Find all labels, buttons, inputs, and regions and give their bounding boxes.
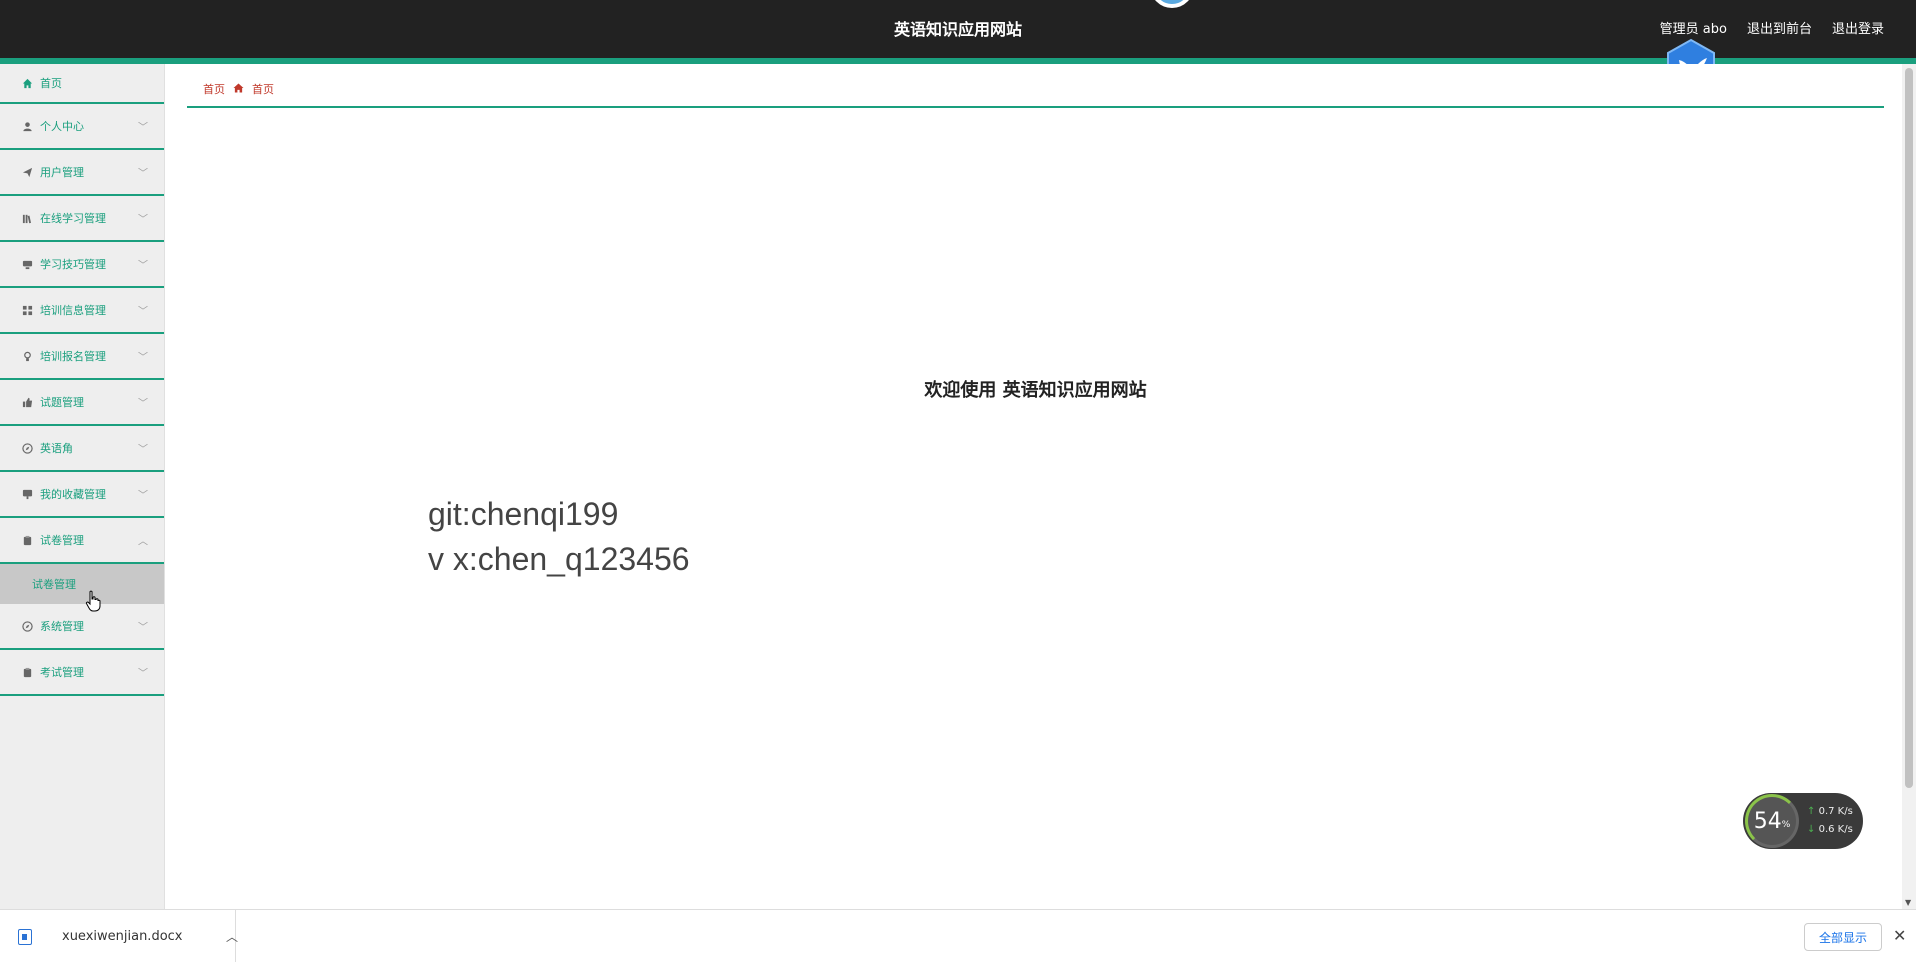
home-icon <box>20 76 34 90</box>
logout-link[interactable]: 退出登录 <box>1832 18 1884 37</box>
chevron-down-icon: ﹀ <box>138 444 148 456</box>
header-avatar-circle <box>1150 0 1194 8</box>
header-actions: 管理员 abo 退出到前台 退出登录 <box>1660 18 1884 37</box>
scrollbar-thumb[interactable] <box>1905 68 1913 788</box>
sidebar-item-training-info[interactable]: 培训信息管理 ﹀ <box>0 288 164 334</box>
sidebar-item-english-corner[interactable]: 英语角 ﹀ <box>0 426 164 472</box>
chevron-down-icon: ﹀ <box>138 306 148 318</box>
user-icon <box>20 119 34 133</box>
download-item[interactable]: xuexiwenjian.docx ︿ <box>18 910 238 962</box>
git-contact-text: git:chenqi199 <box>428 496 619 532</box>
exit-to-front-link[interactable]: 退出到前台 <box>1747 18 1812 37</box>
scroll-down-arrow-icon[interactable]: ▼ <box>1905 898 1911 907</box>
sidebar-item-system-management[interactable]: 系统管理 ﹀ <box>0 604 164 650</box>
library-icon <box>20 211 34 225</box>
chevron-up-icon: ︿ <box>138 536 148 548</box>
sidebar-item-label: 考试管理 <box>40 666 84 679</box>
upload-speed: 0.7 <box>1818 806 1835 817</box>
download-bar: xuexiwenjian.docx ︿ 全部显示 ✕ <box>0 909 1916 962</box>
sidebar-item-label: 试题管理 <box>40 396 84 409</box>
vertical-scrollbar[interactable]: ▼ <box>1902 64 1916 909</box>
compass-icon <box>20 441 34 455</box>
chevron-down-icon: ﹀ <box>138 398 148 410</box>
sidebar-item-label: 用户管理 <box>40 166 84 179</box>
site-title: 英语知识应用网站 <box>893 20 1022 39</box>
admin-user-label: 管理员 abo <box>1659 22 1727 37</box>
upload-arrow-icon: ↑ <box>1807 806 1816 817</box>
sidebar-item-exam-paper[interactable]: 试卷管理 ︿ <box>0 518 164 564</box>
top-header: 英语知识应用网站 管理员 abo 退出到前台 退出登录 <box>0 0 1916 58</box>
sidebar-item-label: 系统管理 <box>40 620 84 633</box>
house-icon <box>233 82 244 96</box>
usage-percent: 54 <box>1753 808 1782 834</box>
chevron-down-icon: ﹀ <box>138 214 148 226</box>
sidebar-item-label: 我的收藏管理 <box>40 488 106 501</box>
sidebar-item-label: 培训信息管理 <box>40 304 106 317</box>
sidebar-item-label: 学习技巧管理 <box>40 258 106 271</box>
network-stats: ↑ 0.7 K/s ↓ 0.6 K/s <box>1807 806 1853 835</box>
paper-plane-icon <box>20 165 34 179</box>
word-document-icon <box>18 928 32 945</box>
sidebar-item-training-signup[interactable]: 培训报名管理 ﹀ <box>0 334 164 380</box>
monitor-icon <box>20 487 34 501</box>
sidebar-item-label: 英语角 <box>40 442 73 455</box>
sidebar-item-personal-center[interactable]: 个人中心 ﹀ <box>0 104 164 150</box>
wechat-contact-text: v x:chen_q123456 <box>428 541 690 577</box>
download-file-name: xuexiwenjian.docx <box>62 929 183 944</box>
cpu-usage-gauge: 54% <box>1745 794 1799 848</box>
sidebar-item-study-tips[interactable]: 学习技巧管理 ﹀ <box>0 242 164 288</box>
clipboard-icon <box>20 665 34 679</box>
breadcrumb-current: 首页 <box>252 83 274 96</box>
grid-icon <box>20 303 34 317</box>
lightbulb-icon <box>20 349 34 363</box>
sidebar-item-online-learning[interactable]: 在线学习管理 ﹀ <box>0 196 164 242</box>
hand-cursor-icon <box>85 590 101 612</box>
chevron-down-icon: ﹀ <box>138 352 148 364</box>
breadcrumb: 首页 首页 <box>187 72 1884 108</box>
chevron-down-icon: ﹀ <box>138 260 148 272</box>
sidebar-item-label: 培训报名管理 <box>40 350 106 363</box>
sidebar-item-label: 试卷管理 <box>40 534 84 547</box>
sidebar-item-exam-management[interactable]: 考试管理 ﹀ <box>0 650 164 696</box>
breadcrumb-root-link[interactable]: 首页 <box>203 81 225 97</box>
chevron-down-icon: ﹀ <box>138 168 148 180</box>
sidebar-item-label: 首页 <box>40 77 62 90</box>
chevron-down-icon: ﹀ <box>138 490 148 502</box>
sidebar-item-home[interactable]: 首页 <box>0 64 164 104</box>
main-content: 首页 首页 欢迎使用 英语知识应用网站 git:chenqi199 v x:ch… <box>187 64 1884 909</box>
sidebar-item-question-management[interactable]: 试题管理 ﹀ <box>0 380 164 426</box>
welcome-heading: 欢迎使用 英语知识应用网站 <box>924 380 1147 401</box>
sidebar-item-label: 在线学习管理 <box>40 212 106 225</box>
chevron-down-icon: ﹀ <box>138 122 148 134</box>
download-speed: 0.6 <box>1818 824 1835 835</box>
thumbs-up-icon <box>20 395 34 409</box>
chevron-down-icon: ﹀ <box>138 668 148 680</box>
clipboard-icon <box>20 533 34 547</box>
sidebar-item-user-management[interactable]: 用户管理 ﹀ <box>0 150 164 196</box>
show-all-button[interactable]: 全部显示 <box>1804 923 1882 951</box>
close-icon[interactable]: ✕ <box>1893 926 1906 945</box>
chevron-up-icon[interactable]: ︿ <box>226 928 238 945</box>
sidebar-item-my-favorites[interactable]: 我的收藏管理 ﹀ <box>0 472 164 518</box>
compass-icon <box>20 619 34 633</box>
chevron-down-icon: ﹀ <box>138 622 148 634</box>
sidebar: 首页 个人中心 ﹀ 用户管理 ﹀ 在线学习管理 ﹀ 学习技巧管理 ﹀ 培训信息管… <box>0 64 165 909</box>
submenu-item-exam-paper[interactable]: 试卷管理 <box>0 564 164 604</box>
network-speed-widget[interactable]: 54% ↑ 0.7 K/s ↓ 0.6 K/s <box>1743 793 1863 849</box>
download-arrow-icon: ↓ <box>1807 824 1816 835</box>
sidebar-item-label: 个人中心 <box>40 120 84 133</box>
desktop-icon <box>20 257 34 271</box>
submenu-item-label: 试卷管理 <box>32 578 76 591</box>
